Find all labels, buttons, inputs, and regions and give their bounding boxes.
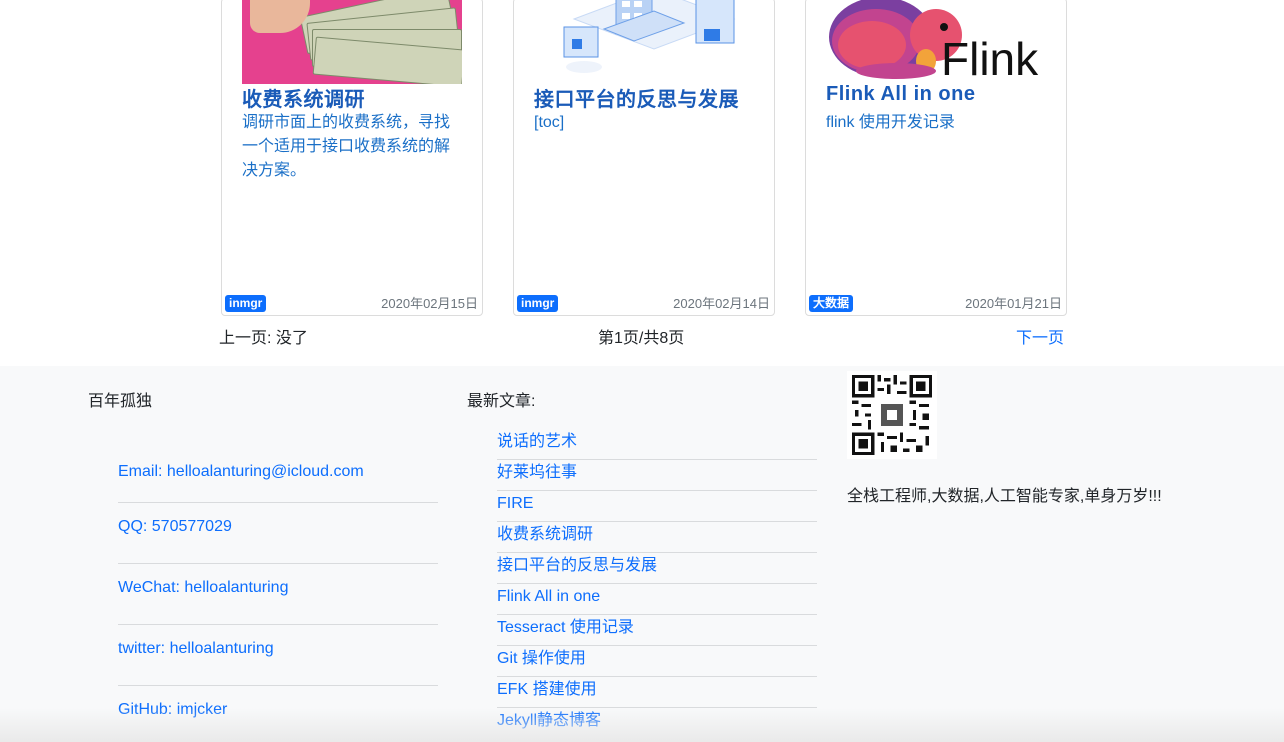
post-title[interactable]: 接口平台的反思与发展 [534,83,739,112]
post-card[interactable]: 接口平台的反思与发展 [toc] inmgr 2020年02月14日 [513,0,775,316]
page-indicator: 第1页/共8页 [598,330,685,347]
article-link[interactable]: Git 操作使用 [497,646,817,677]
category-badge[interactable]: inmgr [225,295,267,312]
article-link[interactable]: Flink All in one [497,584,817,615]
flink-logo-text: Flink [941,33,1039,84]
article-link[interactable]: EFK 搭建使用 [497,677,817,708]
qr-code-icon [852,375,932,455]
post-date: 2020年02月15日 [381,296,478,311]
article-link[interactable]: 接口平台的反思与发展 [497,553,817,584]
post-excerpt: [toc] [534,114,565,131]
post-card-grid: 收费系统调研 调研市面上的收费系统，寻找一个适用于接口收费系统的解决方案。 in… [221,0,1067,316]
latest-articles-heading: 最新文章: [467,393,536,410]
contact-twitter-link[interactable]: twitter: helloalanturing [118,625,438,686]
pagination: 上一页: 没了 第1页/共8页 下一页 [0,324,1284,348]
site-footer: 百年孤独 Email: helloalanturing@icloud.com Q… [0,366,1284,742]
post-excerpt: flink 使用开发记录 [826,114,955,131]
latest-articles-list: 说话的艺术 好莱坞往事 FIRE 收费系统调研 接口平台的反思与发展 Flink… [497,429,817,739]
article-link[interactable]: Tesseract 使用记录 [497,615,817,646]
article-link[interactable]: FIRE [497,491,817,522]
post-card[interactable]: Flink Flink All in one flink 使用开发记录 大数据 … [805,0,1067,316]
site-name: 百年孤独 [88,393,153,410]
post-thumbnail-platform[interactable] [534,0,754,84]
post-thumbnail-money[interactable] [242,0,462,84]
post-excerpt: 调研市面上的收费系统，寻找一个适用于接口收费系统的解决方案。 [242,114,451,179]
category-badge[interactable]: inmgr [517,295,559,312]
article-link[interactable]: 好莱坞往事 [497,460,817,491]
contact-wechat-link[interactable]: WeChat: helloalanturing [118,564,438,625]
contact-qq-link[interactable]: QQ: 570577029 [118,503,438,564]
post-title[interactable]: Flink All in one [826,83,975,106]
article-link[interactable]: 收费系统调研 [497,522,817,553]
contact-email-link[interactable]: Email: helloalanturing@icloud.com [118,448,438,503]
next-page-link[interactable]: 下一页 [1016,324,1064,348]
wechat-qr-code [847,371,937,459]
post-thumbnail-flink-logo[interactable]: Flink [826,0,1046,84]
post-date: 2020年02月14日 [673,296,770,311]
article-link[interactable]: 说话的艺术 [497,429,817,460]
post-title[interactable]: 收费系统调研 [242,83,365,112]
author-bio: 全栈工程师,大数据,人工智能专家,单身万岁!!! [847,488,1162,505]
category-badge[interactable]: 大数据 [809,295,854,312]
contact-github-link[interactable]: GitHub: imjcker [118,686,438,742]
post-card[interactable]: 收费系统调研 调研市面上的收费系统，寻找一个适用于接口收费系统的解决方案。 in… [221,0,483,316]
post-date: 2020年01月21日 [965,296,1062,311]
article-link[interactable]: Jekyll静态博客 [497,708,817,739]
contact-list: Email: helloalanturing@icloud.com QQ: 57… [118,448,438,742]
prev-page-label: 上一页: 没了 [219,330,308,347]
